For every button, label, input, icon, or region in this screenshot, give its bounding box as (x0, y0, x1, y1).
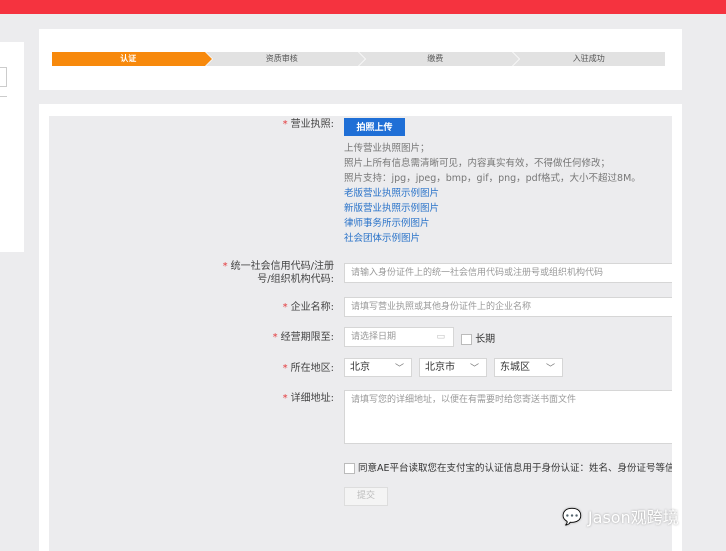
company-name-input[interactable]: 请填写营业执照或其他身份证件上的企业名称 (344, 297, 672, 317)
left-input[interactable] (0, 67, 7, 87)
submit-button[interactable]: 提交 (344, 487, 388, 506)
wechat-icon: 💬 (562, 506, 582, 526)
social-group-sample-link[interactable]: 社会团体示例图片 (344, 231, 641, 246)
agree-checkbox-row[interactable]: 同意AE平台读取您在支付宝的认证信息用于身份认证：姓名、身份证号等信息 (344, 460, 672, 474)
company-name-label: * 企业名称: (282, 302, 334, 313)
law-firm-sample-link[interactable]: 律师事务所示例图片 (344, 216, 641, 231)
chevron-down-icon: ﹀ (469, 364, 479, 374)
step-payment: 缴费 (359, 52, 518, 66)
chevron-down-icon: ﹀ (394, 364, 404, 374)
license-label: * 营业执照: (282, 119, 334, 130)
step-verify: 认证 (52, 52, 211, 66)
progress-steps: 认证 资质审核 缴费 入驻成功 (52, 52, 666, 66)
term-label: * 经营期限至: (272, 332, 334, 343)
agree-checkbox[interactable] (344, 463, 355, 474)
address-textarea[interactable]: 请填写您的详细地址，以便在有需要时给您寄送书面文件 (344, 390, 672, 444)
address-label: * 详细地址: (282, 393, 334, 404)
province-select[interactable]: 北京 ﹀ (344, 358, 412, 377)
left-panel (0, 42, 24, 252)
credit-code-label: * 统一社会信用代码/注册 号/组织机构代码: (222, 261, 334, 285)
photo-upload-button[interactable]: 拍照上传 (344, 118, 405, 136)
long-term-checkbox[interactable]: 长期 (461, 330, 521, 345)
agree-text: 同意AE平台读取您在支付宝的认证信息用于身份认证：姓名、身份证号等信息 (358, 463, 672, 474)
region-label: * 所在地区: (282, 363, 334, 374)
old-license-sample-link[interactable]: 老版营业执照示例图片 (344, 186, 641, 201)
progress-card: 认证 资质审核 缴费 入驻成功 (39, 29, 682, 90)
top-bar (0, 0, 726, 14)
form-card: * 营业执照: 拍照上传 上传营业执照图片； 照片上所有信息需清晰可见，内容真实有… (39, 104, 682, 551)
watermark: 💬 Jason观跨境 (562, 506, 679, 528)
credit-code-input[interactable]: 请输入身份证件上的统一社会信用代码或注册号或组织机构代码 (344, 263, 672, 283)
chevron-down-icon: ﹀ (545, 364, 555, 374)
city-select[interactable]: 北京市 ﹀ (419, 358, 487, 377)
district-select[interactable]: 东城区 ﹀ (494, 358, 563, 377)
new-license-sample-link[interactable]: 新版营业执照示例图片 (344, 201, 641, 216)
verification-form: * 营业执照: 拍照上传 上传营业执照图片； 照片上所有信息需清晰可见，内容真实有… (49, 116, 672, 551)
license-controls: 拍照上传 上传营业执照图片； 照片上所有信息需清晰可见，内容真实有效，不得做任何… (344, 118, 641, 246)
divider (0, 96, 7, 97)
calendar-icon: ▭ (436, 332, 445, 342)
upload-help: 上传营业执照图片； 照片上所有信息需清晰可见，内容真实有效，不得做任何修改； 照… (344, 143, 641, 184)
step-success: 入驻成功 (512, 52, 665, 66)
step-qualification-review: 资质审核 (205, 52, 365, 66)
date-picker-input[interactable]: 请选择日期 ▭ (344, 327, 454, 347)
